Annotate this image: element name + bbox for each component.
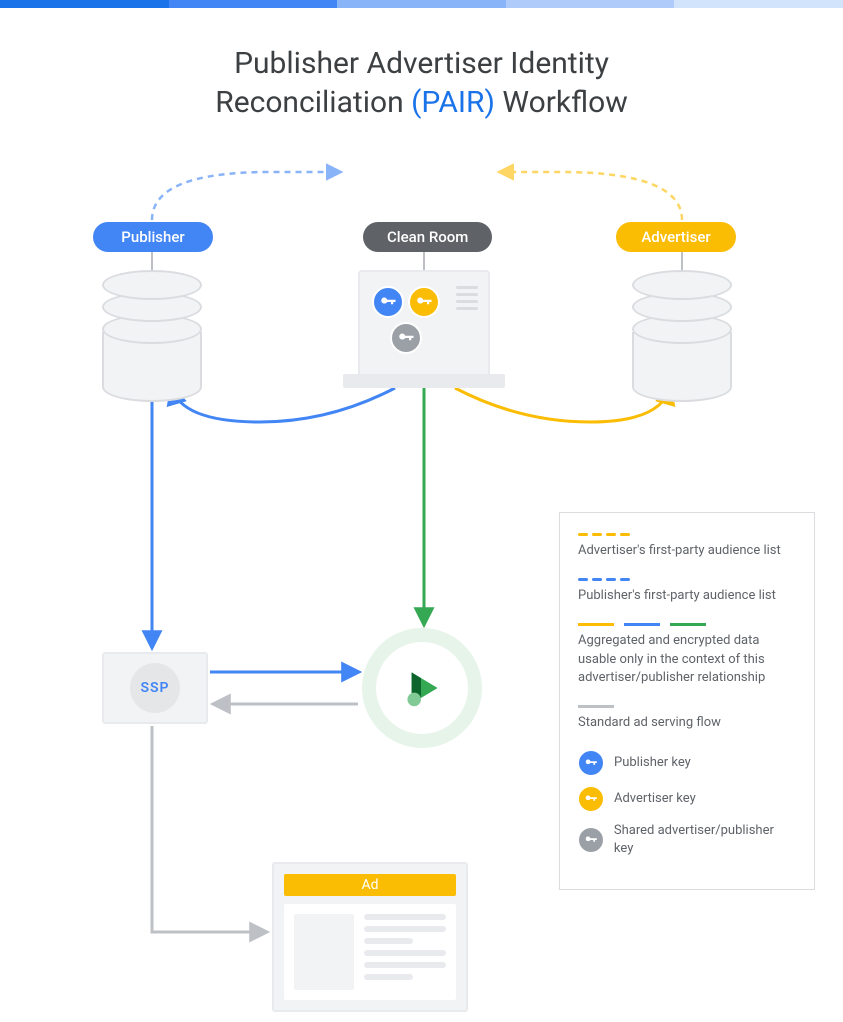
title-line-1: Publisher Advertiser Identity — [234, 46, 609, 81]
ssp-node: SSP — [102, 652, 208, 724]
advertiser-node-label: Advertiser — [616, 222, 736, 252]
server-base — [343, 374, 505, 388]
advertiser-key-icon — [578, 786, 604, 812]
publisher-database-icon — [102, 270, 202, 402]
cleanroom-node-label: Clean Room — [363, 222, 492, 252]
title-line-2-suffix: Workflow — [495, 85, 628, 120]
publisher-key-icon — [372, 286, 404, 318]
ad-label: Ad — [284, 874, 456, 896]
legend-publisher-list: Publisher's first-party audience list — [578, 578, 796, 605]
legend-aggregated: Aggregated and encrypted data usable onl… — [578, 623, 796, 687]
legend-advertiser-list: Advertiser's first-party audience list — [578, 533, 796, 560]
cleanroom-server-icon — [358, 270, 490, 380]
arrow-publisher-to-cleanroom-dashed — [152, 172, 340, 220]
title-line-2-prefix: Reconciliation — [215, 85, 411, 120]
title-highlight: (PAIR) — [411, 85, 495, 120]
advertiser-database-icon — [632, 270, 732, 402]
ad-text-placeholder — [364, 914, 446, 990]
shared-key-icon — [390, 322, 422, 354]
ad-image-placeholder — [294, 914, 354, 990]
publisher-key-icon — [578, 750, 604, 776]
arrow-advertiser-to-cleanroom-dashed — [500, 172, 682, 220]
legend-keys: Publisher key Advertiser key Shared adve… — [578, 750, 796, 858]
top-stripe — [0, 0, 843, 8]
page-title: Publisher Advertiser Identity Reconcilia… — [0, 44, 843, 122]
dv360-play-icon — [362, 628, 482, 748]
legend-standard: Standard ad serving flow — [578, 705, 796, 732]
arrow-cleanroom-to-publisher — [172, 388, 395, 422]
ssp-label: SSP — [130, 663, 180, 713]
advertiser-key-icon — [408, 286, 440, 318]
legend: Advertiser's first-party audience list P… — [559, 512, 815, 890]
publisher-node-label: Publisher — [93, 222, 213, 252]
ad-mockup: Ad — [272, 862, 468, 1012]
arrow-ssp-to-ad — [152, 726, 266, 932]
shared-key-icon — [578, 827, 604, 853]
